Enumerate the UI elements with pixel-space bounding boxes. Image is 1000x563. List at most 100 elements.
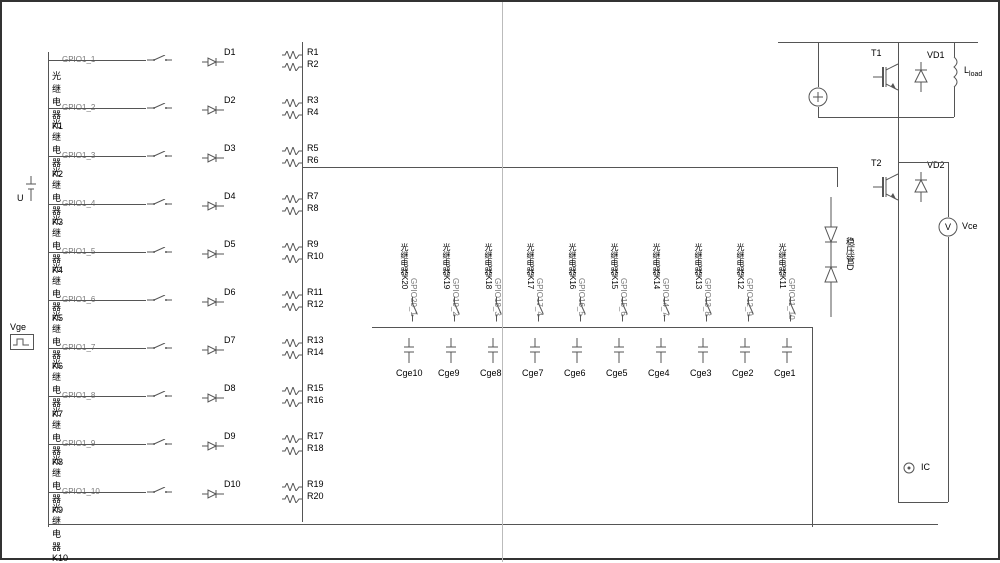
resistor-icon-2 (282, 447, 302, 457)
u-label: U (17, 193, 24, 203)
diode-icon (202, 489, 224, 501)
cap-bottom-rail (372, 327, 812, 328)
igbt-t1: T1 (873, 62, 903, 94)
resistor-label-1: R13 (307, 335, 324, 345)
resistor-label-2: R6 (307, 155, 319, 165)
resistor-label-1: R3 (307, 95, 319, 105)
diode-label: D7 (224, 335, 236, 345)
capacitor-icon (572, 338, 582, 365)
bus-line-left (48, 52, 49, 527)
resistor-label-1: R9 (307, 239, 319, 249)
src-top (818, 42, 819, 87)
switch-icon (616, 297, 628, 322)
svg-text:V: V (945, 222, 951, 232)
row-wire (48, 252, 146, 253)
diode-label: D2 (224, 95, 236, 105)
vce-join-t (898, 162, 948, 163)
switch-icon (406, 297, 418, 322)
cap-label: Cge1 (774, 368, 796, 378)
t2-label: T2 (871, 158, 882, 168)
capacitor-icon (656, 338, 666, 365)
cap-label: Cge2 (732, 368, 754, 378)
diode-icon (202, 201, 224, 213)
switch-icon (147, 343, 172, 355)
inductor-lload: Lload (948, 57, 960, 89)
resistor-icon-1 (282, 483, 302, 493)
resistor-icon-2 (282, 111, 302, 121)
relay-label: 光继电器K10 (52, 501, 68, 563)
resistor-icon-2 (282, 159, 302, 169)
resistor-label-2: R16 (307, 395, 324, 405)
capacitor-icon (782, 338, 792, 365)
row-wire (48, 156, 146, 157)
resistor-icon-2 (282, 207, 302, 217)
diode-label: D6 (224, 287, 236, 297)
vce-meter: V Vce (938, 217, 958, 239)
vge-label: Vge (10, 322, 26, 332)
cap-label: Cge3 (690, 368, 712, 378)
resistor-label-2: R4 (307, 107, 319, 117)
switch-icon (574, 297, 586, 322)
diode-icon (202, 57, 224, 69)
cap-label: Cge7 (522, 368, 544, 378)
gate-rail (302, 167, 837, 168)
diode-label: D4 (224, 191, 236, 201)
resistor-label-1: R17 (307, 431, 324, 441)
diode-label: D10 (224, 479, 241, 489)
ic-probe: IC (903, 462, 915, 476)
vce-label: Vce (962, 221, 978, 231)
switch-icon (147, 151, 172, 163)
resistor-label-2: R12 (307, 299, 324, 309)
resistor-label-2: R18 (307, 443, 324, 453)
cap-label: Cge6 (564, 368, 586, 378)
switch-icon (448, 297, 460, 322)
switch-icon (147, 439, 172, 451)
switch-icon (658, 297, 670, 322)
vce-bot (948, 237, 949, 502)
resistor-icon-1 (282, 435, 302, 445)
switch-icon (147, 247, 172, 259)
voltage-source-u: U (17, 172, 36, 203)
cap-to-bottom (812, 327, 813, 527)
lload-bot (954, 87, 955, 117)
cap-label: Cge8 (480, 368, 502, 378)
capacitor-icon (488, 338, 498, 365)
diode-vd2: VD2 (913, 172, 929, 204)
diode-icon (202, 393, 224, 405)
resistor-icon-2 (282, 303, 302, 313)
switch-icon (742, 297, 754, 322)
resistor-icon-1 (282, 99, 302, 109)
resistor-icon-1 (282, 243, 302, 253)
resistor-icon-2 (282, 351, 302, 361)
circuit-diagram: U Vge GPIO1_1 光继电器K1 D1 R1 R2 GPIO1_2 光继… (0, 0, 1000, 560)
resistor-label-1: R19 (307, 479, 324, 489)
lload-join (898, 117, 954, 118)
src-join (818, 117, 898, 118)
cap-label: Cge5 (606, 368, 628, 378)
resistor-icon-1 (282, 147, 302, 157)
row-wire (48, 444, 146, 445)
resistor-label-1: R11 (307, 287, 323, 297)
power-stage: T1 VD1 Lload T2 VD2 (818, 32, 978, 532)
row-wire (48, 348, 146, 349)
row-wire (48, 60, 146, 61)
lload-top (954, 42, 955, 57)
row-wire (48, 492, 146, 493)
capacitor-icon (446, 338, 456, 365)
capacitor-icon (740, 338, 750, 365)
vge-pulse-source: Vge (10, 322, 34, 350)
igbt-t2: T2 (873, 172, 903, 204)
resistor-label-1: R7 (307, 191, 319, 201)
switch-icon (147, 55, 172, 67)
mid-rail (898, 42, 899, 502)
resistor-icon-1 (282, 339, 302, 349)
capacitor-icon (530, 338, 540, 365)
diode-label: D1 (224, 47, 236, 57)
switch-icon (490, 297, 502, 322)
cap-label: Cge10 (396, 368, 423, 378)
resistor-label-2: R20 (307, 491, 324, 501)
lload-label: Lload (964, 65, 982, 78)
resistor-label-2: R10 (307, 251, 324, 261)
diode-icon (202, 441, 224, 453)
vce-top (948, 162, 949, 217)
